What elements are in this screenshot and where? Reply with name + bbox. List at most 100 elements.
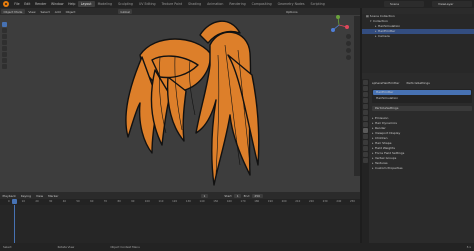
tab-shading[interactable]: Shading [185, 1, 204, 7]
camera-view-icon[interactable] [346, 48, 351, 53]
pan-hand-icon[interactable] [346, 41, 351, 46]
current-frame-field[interactable]: 1 [200, 193, 208, 198]
tool-tab-icon[interactable] [363, 80, 368, 85]
tool-shelf [2, 22, 8, 70]
timeline-tick-label: 40 [62, 200, 67, 203]
particle-system-slot[interactable]: HairSimulation [372, 96, 472, 101]
menu-view[interactable]: View [26, 9, 38, 14]
view-layer-tab-icon[interactable] [363, 98, 368, 103]
view-layer-selector[interactable]: ViewLayer [432, 1, 472, 7]
playhead-line [14, 205, 15, 243]
timeline-tick-label: 130 [185, 200, 191, 203]
timeline-tick-label: 80 [117, 200, 121, 203]
scale-tool-icon[interactable] [2, 46, 7, 51]
zoom-icon[interactable] [346, 34, 351, 39]
timeline-header: Playback Keying View Marker 1 Start 1 En… [0, 192, 360, 199]
playhead[interactable] [12, 199, 17, 204]
timeline-tick-label: 250 [350, 200, 355, 203]
annotate-tool-icon[interactable] [2, 58, 7, 63]
viewport-header: Object Mode View Select Add Object Globa… [0, 8, 360, 15]
tab-animation[interactable]: Animation [204, 1, 226, 7]
output-tab-icon[interactable] [363, 92, 368, 97]
timeline-tick-label: 190 [267, 200, 273, 203]
timeline-tick-label: 70 [103, 200, 108, 203]
object-name: sphereHairEmitter [372, 81, 400, 85]
timeline-tick-label: 30 [49, 200, 53, 203]
tab-uv-editing[interactable]: UV Editing [136, 1, 159, 7]
timeline-tick-label: 230 [322, 200, 328, 203]
status-context-menu: Object Context Menu [110, 245, 140, 249]
tab-geometry-nodes[interactable]: Geometry Nodes [275, 1, 308, 7]
render-tab-icon[interactable] [363, 86, 368, 91]
timeline-tick-label: 90 [131, 200, 135, 203]
modifier-tab-icon[interactable] [363, 122, 368, 127]
menu-edit[interactable]: Edit [22, 2, 33, 6]
menu-help[interactable]: Help [66, 2, 78, 6]
viewport-nav-buttons [346, 34, 352, 62]
object-breadcrumb: sphereHairEmitter ParticleSettings [372, 81, 472, 86]
constraints-tab-icon[interactable] [363, 140, 368, 145]
outliner-row[interactable]: ▸Camera [362, 34, 474, 39]
transform-tool-icon[interactable] [2, 52, 7, 57]
menu-add[interactable]: Add [52, 9, 63, 14]
particle-system-item[interactable]: HairEmitter [373, 90, 471, 95]
timeline-tick-label: 110 [158, 200, 164, 203]
tab-scripting[interactable]: Scripting [308, 1, 328, 7]
material-tab-icon[interactable] [363, 152, 368, 157]
particles-tab-icon[interactable] [363, 128, 368, 133]
timeline-tick-label: 60 [90, 200, 94, 203]
particle-settings-crumb: ParticleSettings [406, 81, 430, 85]
menu-playback[interactable]: Playback [0, 194, 18, 198]
version-label: 3.x [466, 245, 471, 249]
select-tool-icon[interactable] [2, 22, 7, 27]
navigation-gizmo-icon[interactable] [328, 14, 350, 36]
scene-tab-icon[interactable] [363, 104, 368, 109]
status-select: Select [3, 245, 12, 249]
timeline-tick-label: 240 [336, 200, 342, 203]
texture-tab-icon[interactable] [363, 158, 368, 163]
tab-modeling[interactable]: Modeling [95, 1, 116, 7]
data-tab-icon[interactable] [363, 146, 368, 151]
end-frame-field[interactable]: 250 [251, 193, 263, 198]
physics-tab-icon[interactable] [363, 134, 368, 139]
menu-view-timeline[interactable]: View [33, 194, 45, 198]
hair-model[interactable] [100, 15, 290, 190]
tab-rendering[interactable]: Rendering [226, 1, 248, 7]
measure-tool-icon[interactable] [2, 64, 7, 69]
menu-object[interactable]: Object [63, 9, 78, 14]
blender-logo-icon[interactable] [3, 1, 9, 7]
start-frame-field[interactable]: 1 [234, 193, 242, 198]
tab-texture-paint[interactable]: Texture Paint [159, 1, 186, 7]
menu-keying[interactable]: Keying [18, 194, 33, 198]
settings-datablock-field[interactable]: ParticleSettings [372, 106, 472, 111]
timeline-tick-label: 160 [226, 200, 232, 203]
move-tool-icon[interactable] [2, 34, 7, 39]
transform-orientation-dropdown[interactable]: Global [117, 9, 133, 14]
options-button[interactable]: Options [283, 9, 300, 14]
cursor-tool-icon[interactable] [2, 28, 7, 33]
timeline-tick-label: 100 [144, 200, 150, 203]
timeline-tick-label: 200 [281, 200, 287, 203]
timeline-tick-label: 10 [21, 200, 25, 203]
timeline-tick-label: 220 [308, 200, 314, 203]
rotate-tool-icon[interactable] [2, 40, 7, 45]
scene-selector[interactable]: Scene [384, 1, 424, 7]
tab-compositing[interactable]: Compositing [249, 1, 275, 7]
timeline-body[interactable] [0, 199, 360, 243]
tab-sculpting[interactable]: Sculpting [115, 1, 136, 7]
panel-custom-properties[interactable]: ▸Custom Properties [372, 166, 472, 171]
tab-layout[interactable]: Layout [77, 1, 95, 7]
menu-render[interactable]: Render [33, 2, 49, 6]
menu-marker[interactable]: Marker [46, 194, 61, 198]
menu-window[interactable]: Window [49, 2, 66, 6]
mode-dropdown[interactable]: Object Mode [1, 9, 25, 14]
perspective-grid-icon[interactable] [346, 55, 351, 60]
world-tab-icon[interactable] [363, 110, 368, 115]
object-tab-icon[interactable] [363, 116, 368, 121]
timeline-tick-label: 140 [199, 200, 205, 203]
particle-system-list[interactable]: HairEmitter HairSimulation [372, 89, 472, 103]
menu-select[interactable]: Select [38, 9, 52, 14]
timeline-tick-label: 150 [213, 200, 219, 203]
sidebar-tabs[interactable] [354, 16, 360, 176]
menu-file[interactable]: File [12, 2, 22, 6]
